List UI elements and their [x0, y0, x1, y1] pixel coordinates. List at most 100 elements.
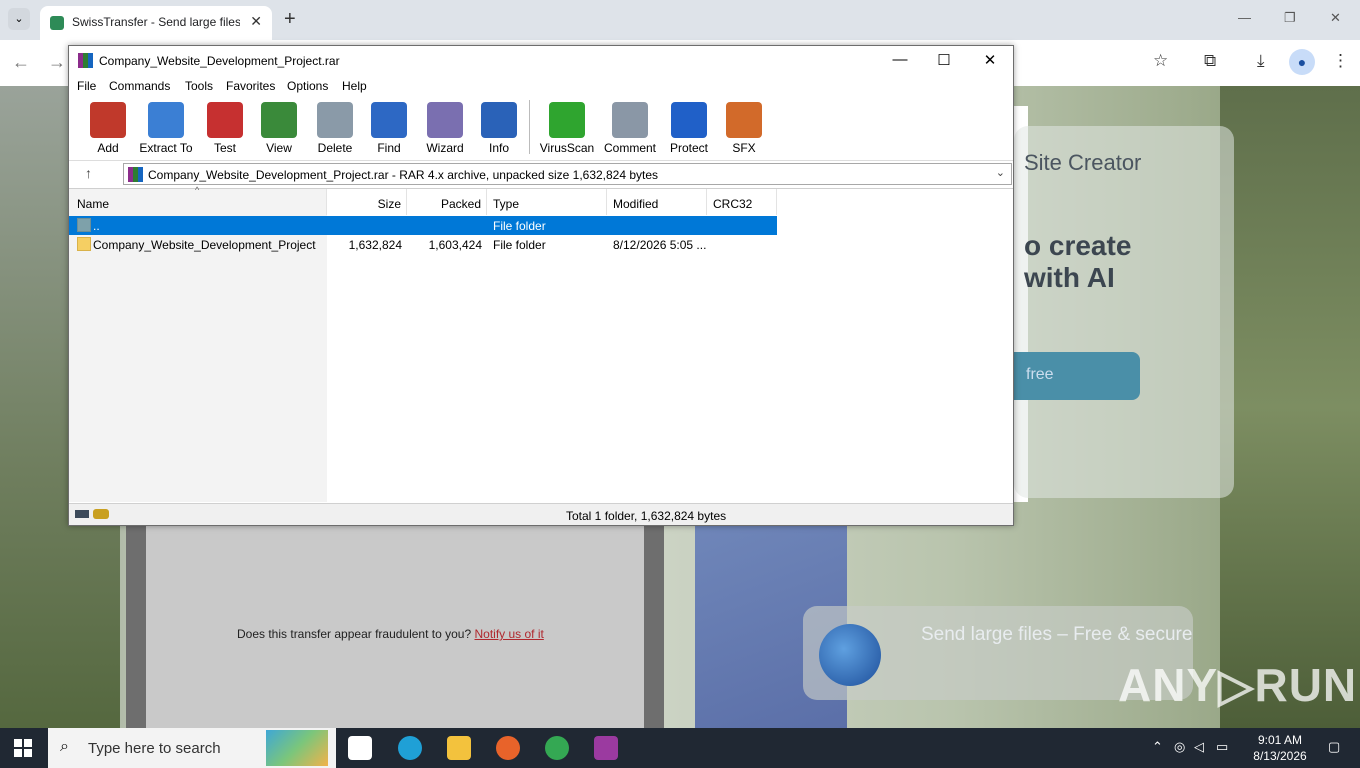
rar-archive-icon: [128, 167, 143, 182]
winrar-titlebar: Company_Website_Development_Project.rar …: [69, 46, 1013, 76]
search-placeholder: Type here to search: [88, 740, 221, 757]
winrar-close-button[interactable]: ✕: [975, 51, 1005, 69]
browser-close-button[interactable]: ✕: [1330, 10, 1341, 26]
menu-favorites[interactable]: Favorites: [226, 79, 275, 93]
swisstransfer-favicon-icon: [50, 16, 64, 30]
extract-to-button[interactable]: Extract To: [138, 102, 194, 155]
row-name: Company_Website_Development_Project: [93, 238, 316, 252]
chevron-up-icon[interactable]: ⌃: [1152, 739, 1163, 755]
table-row[interactable]: Company_Website_Development_Project 1,63…: [69, 235, 777, 254]
view-button[interactable]: View: [251, 102, 307, 155]
test-label: Test: [213, 141, 236, 155]
table-row[interactable]: .. File folder: [69, 216, 777, 235]
volume-icon[interactable]: ◁: [1194, 739, 1204, 755]
column-header-modified[interactable]: Modified: [607, 189, 707, 215]
file-list: Name ^ Size Packed Type Modified CRC32 .…: [69, 185, 1013, 502]
virusscan-button[interactable]: VirusScan: [538, 102, 596, 155]
menu-help[interactable]: Help: [342, 79, 367, 93]
chevron-down-icon[interactable]: ⌄: [996, 166, 1005, 179]
winrar-window: Company_Website_Development_Project.rar …: [68, 45, 1014, 526]
find-button[interactable]: Find: [361, 102, 417, 155]
winrar-toolbar: Add Extract To Test View Delete Find Wiz…: [69, 96, 1013, 156]
fraud-notice-text: Does this transfer appear fraudulent to …: [237, 627, 475, 641]
page-side-strip: [126, 526, 146, 728]
row-type: File folder: [493, 238, 546, 252]
protect-button[interactable]: Protect: [661, 102, 717, 155]
archive-path-text: Company_Website_Development_Project.rar …: [148, 168, 659, 182]
column-header-size[interactable]: Size: [327, 189, 407, 215]
test-button[interactable]: Test: [197, 102, 253, 155]
bookmark-star-icon[interactable]: ☆: [1153, 51, 1168, 71]
search-icon: ⌕: [60, 738, 69, 755]
anyrun-watermark: ANY▷RUN: [1118, 659, 1358, 711]
forward-button[interactable]: →: [48, 52, 66, 73]
file-explorer-icon[interactable]: [447, 736, 471, 760]
menu-commands[interactable]: Commands: [109, 79, 170, 93]
profile-avatar[interactable]: ●: [1289, 49, 1315, 75]
notification-icon[interactable]: ▢: [1328, 739, 1340, 755]
swisstransfer-logo-icon: [819, 624, 881, 686]
extract-to-label: Extract To: [139, 141, 193, 155]
magic-wand-icon: [427, 102, 463, 138]
archive-path-dropdown[interactable]: Company_Website_Development_Project.rar …: [123, 163, 1012, 185]
path-bar: ↑ Company_Website_Development_Project.ra…: [69, 160, 1013, 186]
tab-search-button[interactable]: ⌄: [8, 8, 30, 30]
firefox-icon[interactable]: [496, 736, 520, 760]
extensions-icon[interactable]: ⧉: [1204, 51, 1216, 71]
delete-button[interactable]: Delete: [307, 102, 363, 155]
sfx-label: SFX: [732, 141, 756, 155]
sfx-button[interactable]: SFX: [716, 102, 772, 155]
chrome-icon[interactable]: [545, 736, 569, 760]
comment-button[interactable]: Comment: [601, 102, 659, 155]
search-highlight-icon: [266, 730, 328, 766]
browser-restore-button[interactable]: ❐: [1284, 10, 1296, 26]
menu-tools[interactable]: Tools: [185, 79, 213, 93]
winrar-taskbar-icon[interactable]: [594, 736, 618, 760]
column-header-crc32[interactable]: CRC32: [707, 189, 777, 215]
browser-menu-icon[interactable]: ⋮: [1332, 51, 1349, 71]
browser-tab[interactable]: SwissTransfer - Send large files ✕: [40, 6, 272, 40]
info-button[interactable]: Info: [471, 102, 527, 155]
back-button[interactable]: ←: [12, 52, 30, 73]
clock-date: 8/13/2026: [1253, 749, 1307, 763]
task-view-icon[interactable]: [348, 736, 372, 760]
shield-icon: [671, 102, 707, 138]
menu-file[interactable]: File: [77, 79, 96, 93]
browser-minimize-button[interactable]: —: [1238, 10, 1251, 25]
folder-icon: [77, 237, 91, 251]
menu-options[interactable]: Options: [287, 79, 328, 93]
clock[interactable]: 9:01 AM 8/13/2026: [1246, 732, 1314, 764]
fraud-notice: Does this transfer appear fraudulent to …: [237, 627, 544, 641]
column-header-type[interactable]: Type: [487, 189, 607, 215]
toolbar-separator: [529, 100, 530, 154]
windows-start-icon[interactable]: [14, 739, 32, 757]
winrar-minimize-button[interactable]: —: [885, 51, 915, 68]
promo-card-button[interactable]: free: [1010, 352, 1140, 400]
delete-label: Delete: [317, 141, 353, 155]
meet-now-icon[interactable]: ◎: [1174, 739, 1185, 755]
background-foliage-right: [1220, 86, 1360, 728]
add-archive-icon: [90, 102, 126, 138]
winrar-maximize-button[interactable]: ☐: [929, 51, 959, 69]
drive-icon: [75, 510, 89, 518]
notify-us-link[interactable]: Notify us of it: [474, 627, 543, 641]
network-icon[interactable]: ▭: [1216, 739, 1228, 755]
edge-icon[interactable]: [398, 736, 422, 760]
comment-label: Comment: [603, 141, 656, 155]
virusscan-label: VirusScan: [539, 141, 595, 155]
add-label: Add: [97, 141, 119, 155]
wizard-button[interactable]: Wizard: [417, 102, 473, 155]
taskbar-search-box[interactable]: ⌕ Type here to search: [48, 728, 336, 768]
up-arrow-icon[interactable]: ↑: [85, 165, 92, 181]
extract-folder-icon: [148, 102, 184, 138]
test-clipboard-icon: [207, 102, 243, 138]
windows-taskbar: ⌕ Type here to search ⌃ ◎ ◁ ▭ 9:01 AM 8/…: [0, 728, 1360, 768]
add-button[interactable]: Add: [80, 102, 136, 155]
tab-close-icon[interactable]: ✕: [250, 13, 262, 30]
key-icon[interactable]: [93, 509, 109, 519]
new-tab-button[interactable]: +: [284, 8, 296, 30]
row-modified: 8/12/2026 5:05 ...: [613, 238, 707, 252]
column-header-packed[interactable]: Packed: [407, 189, 487, 215]
downloads-icon[interactable]: ⤓: [1257, 51, 1265, 71]
winrar-window-title: Company_Website_Development_Project.rar: [99, 54, 340, 68]
